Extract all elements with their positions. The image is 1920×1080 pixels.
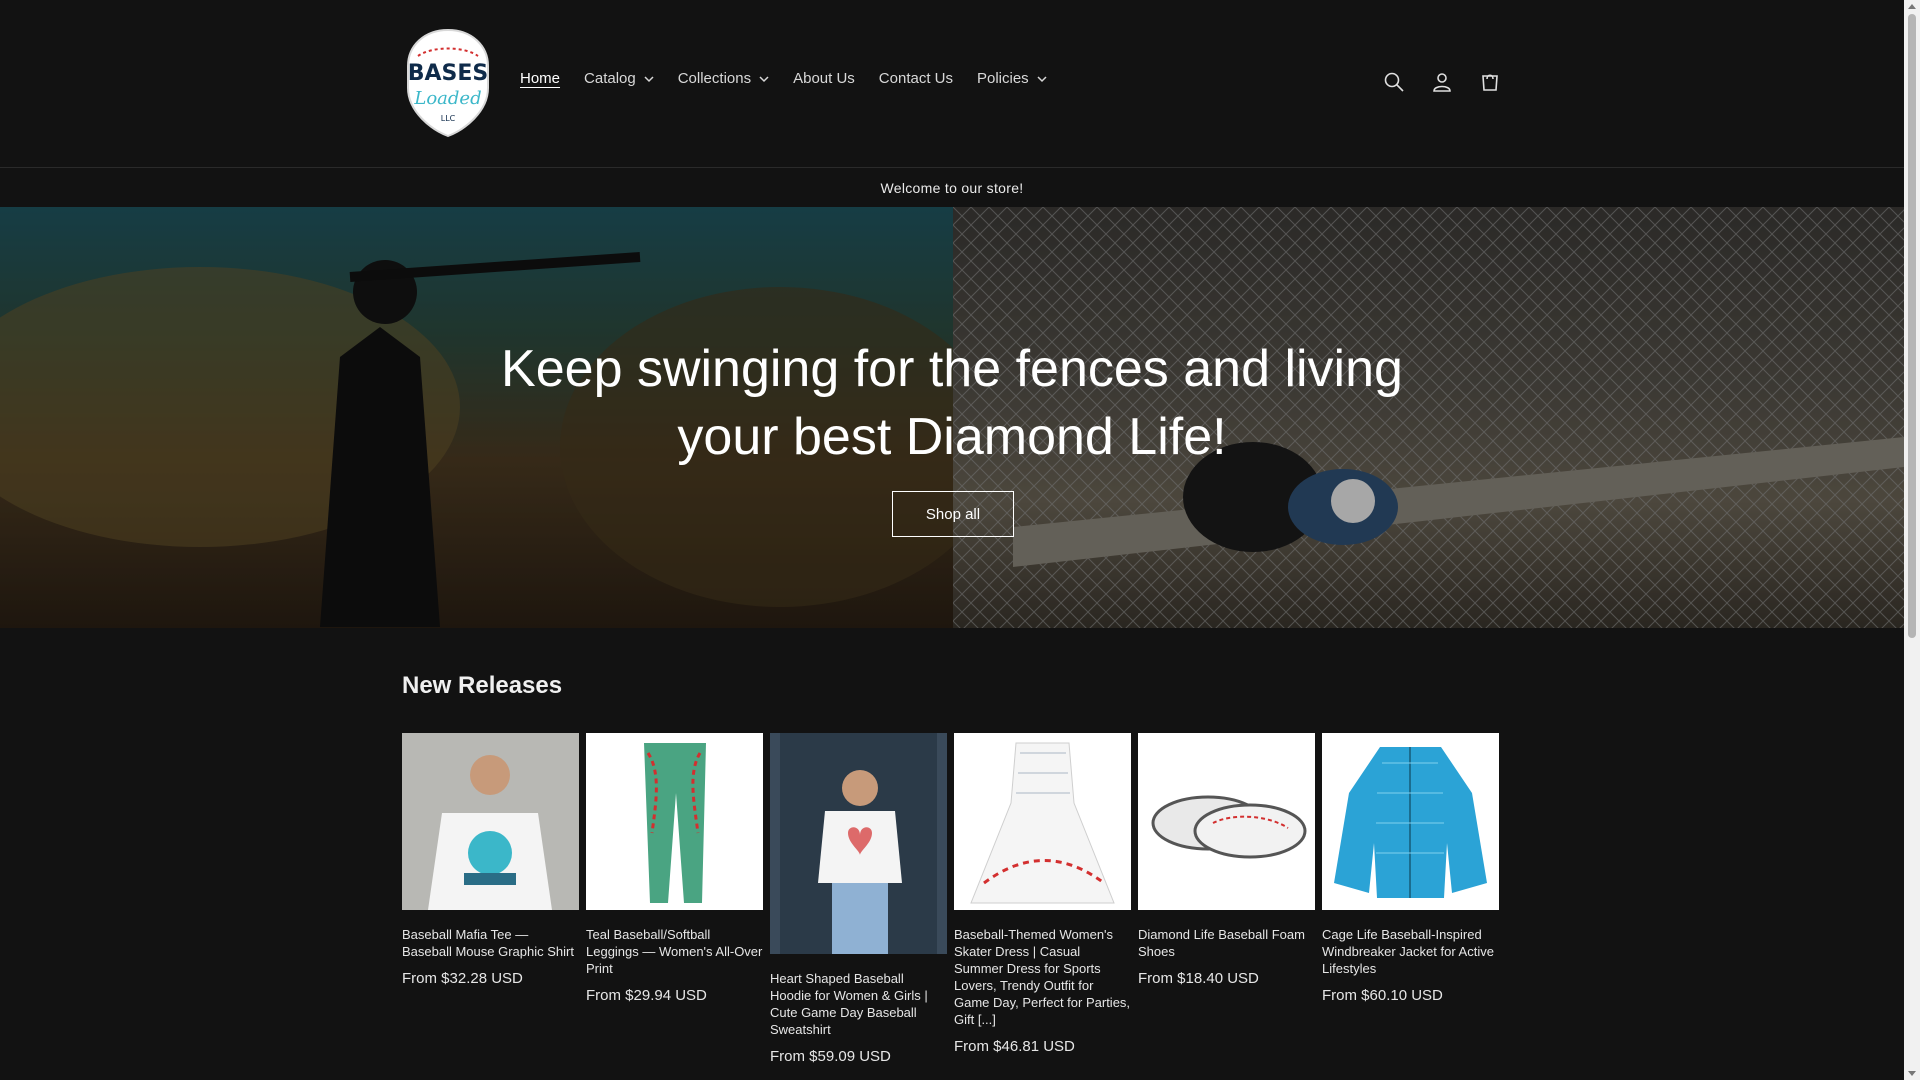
chevron-down-icon bbox=[1037, 75, 1047, 82]
product-price: From $59.09 USD bbox=[770, 1048, 891, 1065]
product-card-leggings[interactable]: Teal Baseball/Softball Leggings — Women'… bbox=[586, 733, 763, 1065]
account-icon[interactable] bbox=[1430, 70, 1454, 94]
scrollbar-thumb[interactable] bbox=[1908, 14, 1916, 638]
product-title[interactable]: Baseball-Themed Women's Skater Dress | C… bbox=[954, 926, 1131, 1028]
product-image[interactable] bbox=[1138, 733, 1315, 910]
nav-policies-label: Policies bbox=[977, 70, 1029, 87]
hero-title-line-1: Keep swinging for the fences and living bbox=[501, 340, 1403, 398]
nav-about-label: About Us bbox=[793, 70, 855, 87]
announcement-bar: Welcome to our store! bbox=[0, 169, 1904, 207]
site-header: BASES Loaded LLC Home Catalog Collection… bbox=[0, 0, 1904, 168]
logo-text-loaded: Loaded bbox=[413, 88, 481, 109]
product-image[interactable] bbox=[770, 733, 947, 954]
chevron-down-icon bbox=[644, 75, 654, 82]
product-card-foam-shoes[interactable]: Diamond Life Baseball Foam Shoes From $1… bbox=[1138, 733, 1315, 1065]
product-image[interactable] bbox=[1322, 733, 1499, 910]
product-card-windbreaker[interactable]: Cage Life Baseball-Inspired Windbreaker … bbox=[1322, 733, 1499, 1065]
nav-home-label: Home bbox=[520, 70, 561, 87]
product-price: From $18.40 USD bbox=[1138, 970, 1259, 987]
nav-contact-us[interactable]: Contact Us bbox=[879, 70, 953, 87]
hero-title-line-2: your best Diamond Life! bbox=[677, 408, 1227, 466]
product-price: From $29.94 USD bbox=[586, 987, 707, 1004]
product-card-mafia-tee[interactable]: Baseball Mafia Tee — Baseball Mouse Grap… bbox=[402, 733, 579, 1065]
search-icon[interactable] bbox=[1382, 70, 1406, 94]
product-image[interactable] bbox=[954, 733, 1131, 910]
scroll-up-arrow-icon[interactable] bbox=[1908, 4, 1916, 9]
nav-collections[interactable]: Collections bbox=[678, 70, 769, 87]
announcement-text: Welcome to our store! bbox=[880, 180, 1024, 196]
product-grid: Baseball Mafia Tee — Baseball Mouse Grap… bbox=[402, 733, 1499, 1065]
chevron-down-icon bbox=[759, 75, 769, 82]
logo-text-bases: BASES bbox=[408, 61, 489, 86]
nav-home[interactable]: Home bbox=[520, 70, 560, 87]
nav-catalog[interactable]: Catalog bbox=[584, 70, 654, 87]
nav-about-us[interactable]: About Us bbox=[793, 70, 855, 87]
main-nav: Home Catalog Collections About Us Contac… bbox=[520, 70, 1071, 87]
logo-text-llc: LLC bbox=[441, 114, 456, 123]
hero-title: Keep swinging for the fences and living … bbox=[0, 335, 1904, 471]
product-card-skater-dress[interactable]: Baseball-Themed Women's Skater Dress | C… bbox=[954, 733, 1131, 1065]
scroll-down-arrow-icon[interactable] bbox=[1908, 1071, 1916, 1076]
header-actions bbox=[1382, 70, 1502, 94]
page-scrollbar[interactable] bbox=[1904, 0, 1920, 1080]
shop-all-button[interactable]: Shop all bbox=[892, 491, 1014, 537]
product-price: From $46.81 USD bbox=[954, 1038, 1075, 1055]
nav-collections-label: Collections bbox=[677, 70, 752, 87]
product-price: From $32.28 USD bbox=[402, 970, 523, 987]
hero-banner: Keep swinging for the fences and living … bbox=[0, 207, 1904, 628]
product-image[interactable] bbox=[586, 733, 763, 910]
cart-icon[interactable] bbox=[1478, 70, 1502, 94]
product-price: From $60.10 USD bbox=[1322, 987, 1443, 1004]
product-title[interactable]: Baseball Mafia Tee — Baseball Mouse Grap… bbox=[402, 926, 579, 960]
nav-catalog-label: Catalog bbox=[584, 70, 636, 87]
product-image[interactable] bbox=[402, 733, 579, 910]
product-title[interactable]: Teal Baseball/Softball Leggings — Women'… bbox=[586, 926, 763, 977]
new-releases-title: New Releases bbox=[402, 672, 563, 699]
product-title[interactable]: Cage Life Baseball-Inspired Windbreaker … bbox=[1322, 926, 1499, 977]
product-title[interactable]: Heart Shaped Baseball Hoodie for Women &… bbox=[770, 970, 947, 1038]
nav-contact-label: Contact Us bbox=[878, 70, 953, 87]
brand-logo[interactable]: BASES Loaded LLC bbox=[402, 26, 494, 140]
product-card-heart-hoodie[interactable]: Heart Shaped Baseball Hoodie for Women &… bbox=[770, 733, 947, 1065]
nav-policies[interactable]: Policies bbox=[977, 70, 1047, 87]
product-title[interactable]: Diamond Life Baseball Foam Shoes bbox=[1138, 926, 1315, 960]
